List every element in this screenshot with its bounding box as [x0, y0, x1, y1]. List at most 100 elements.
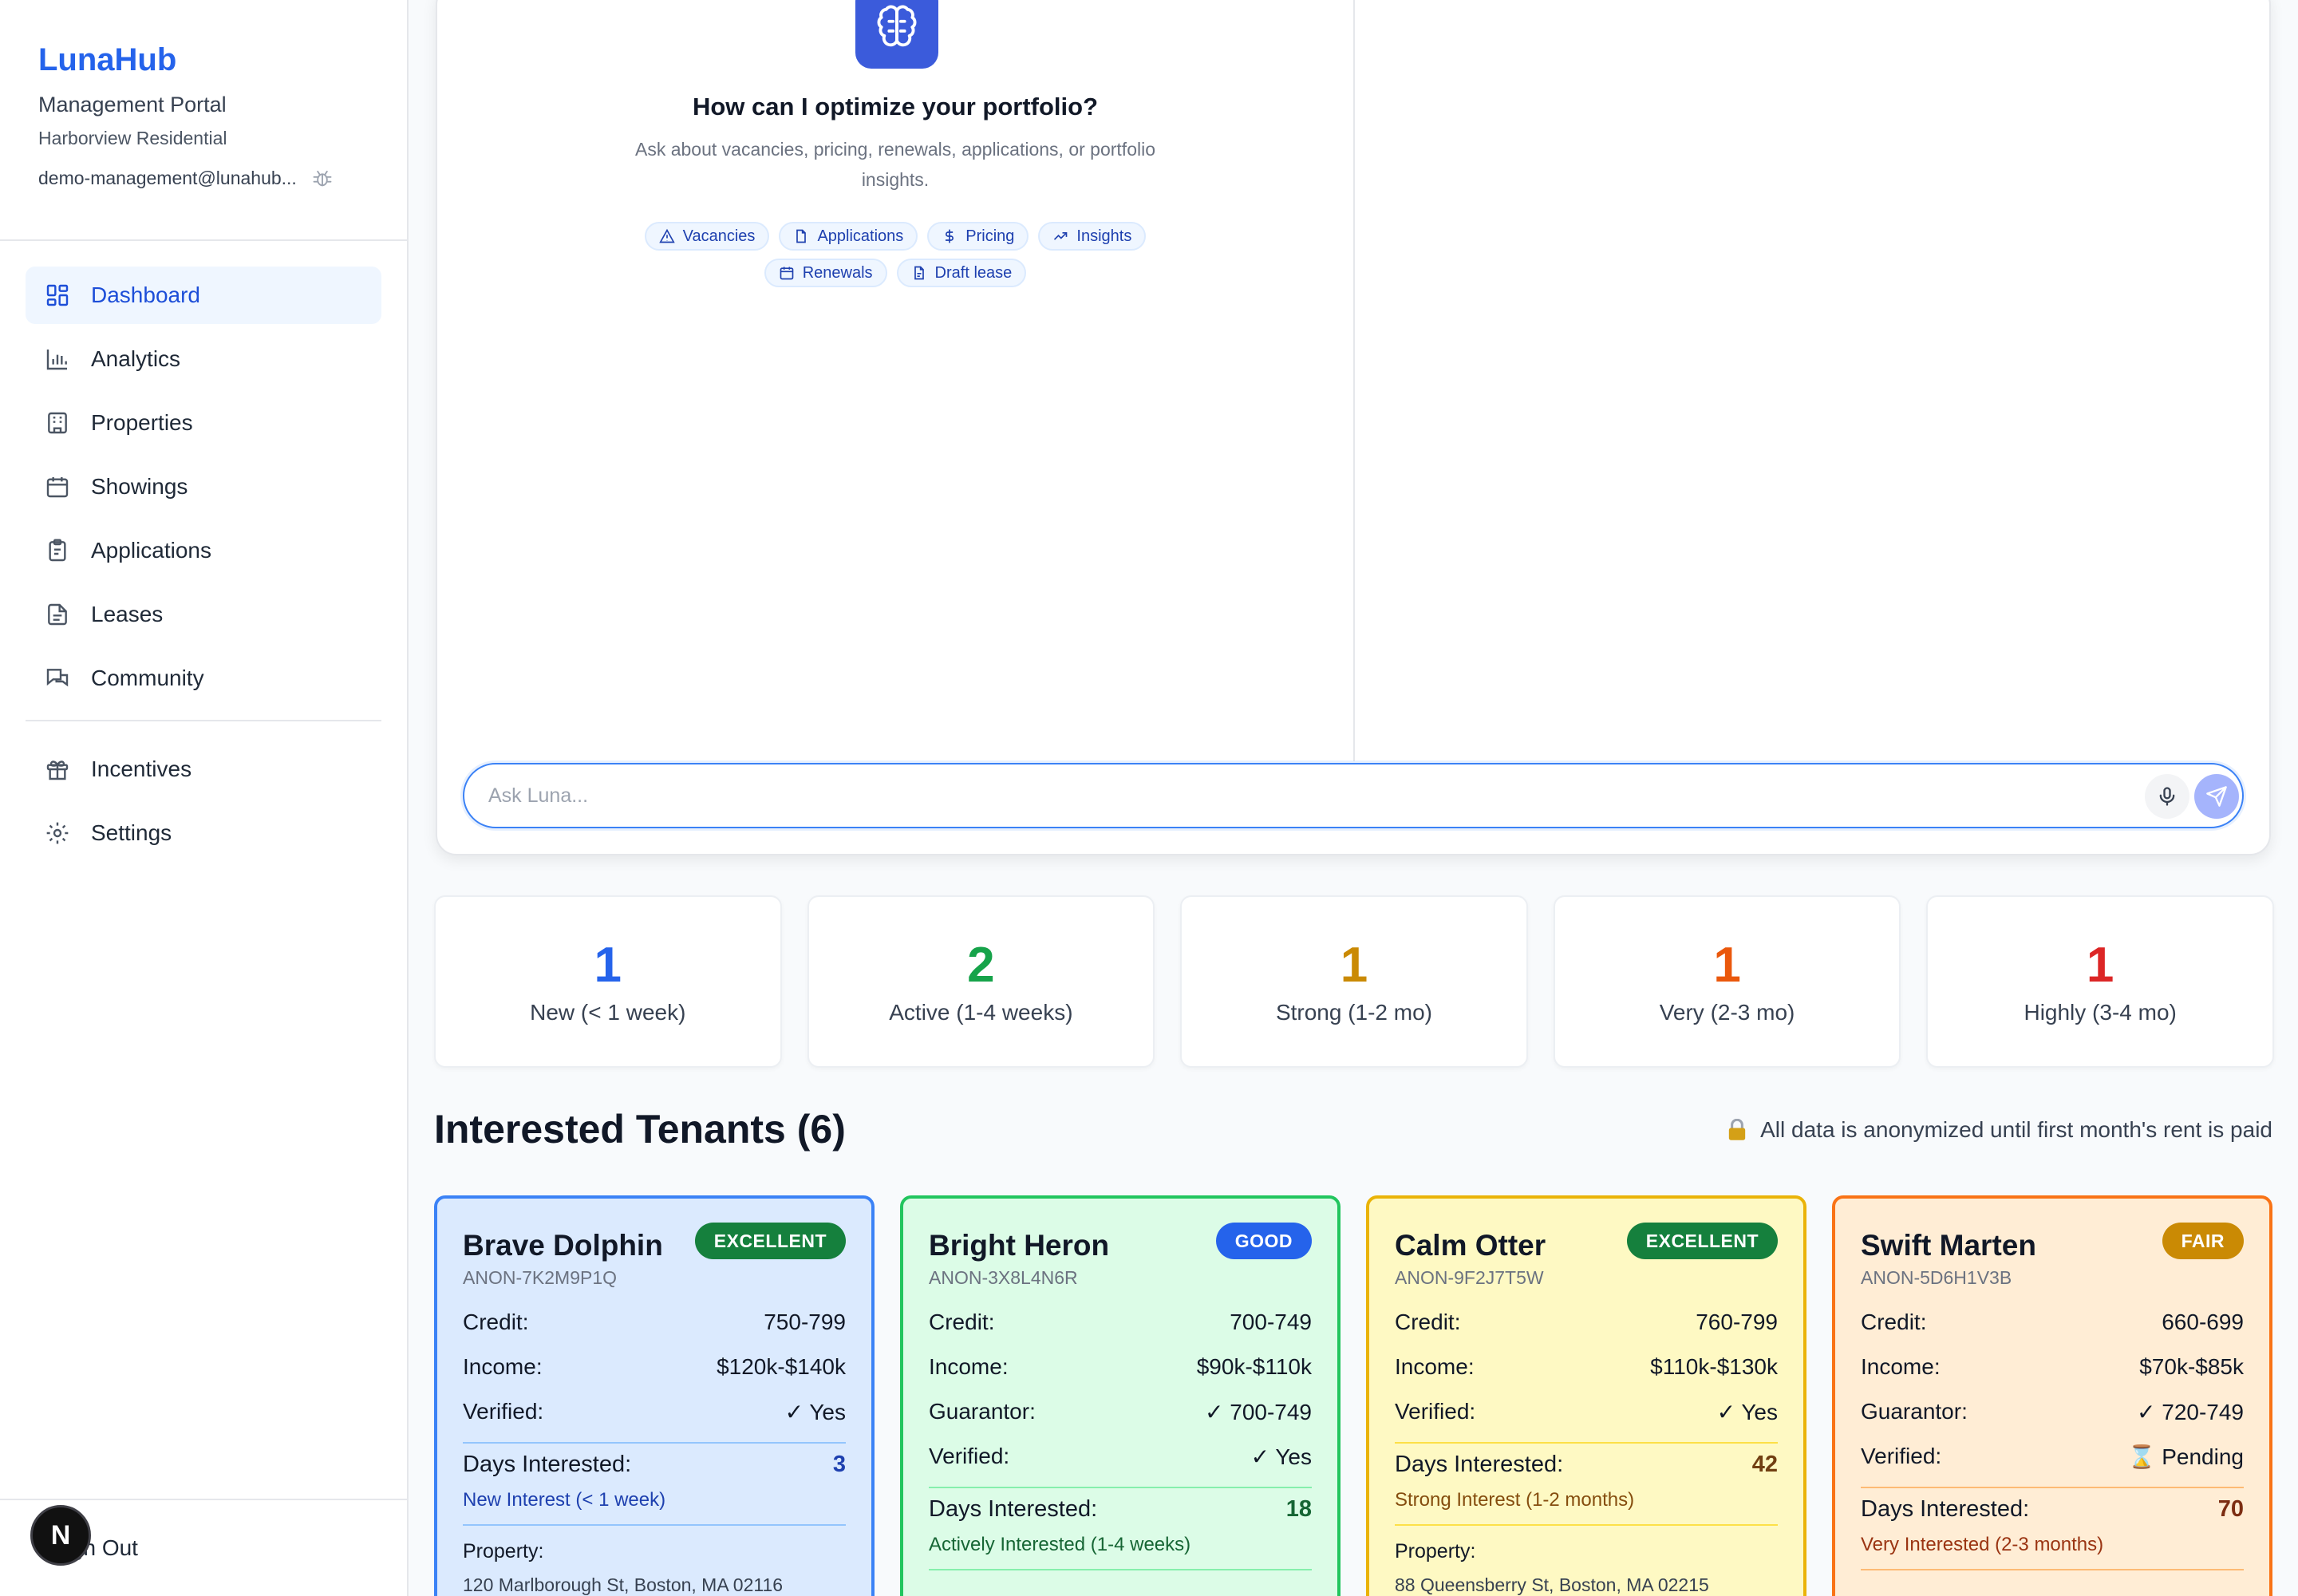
interest-level: Very Interested (2-3 months): [1861, 1534, 2104, 1555]
send-button[interactable]: [2194, 774, 2239, 819]
info-row-income: Income: $70k-$85k: [1861, 1345, 2244, 1389]
stat-card-new[interactable]: 1 New (< 1 week): [434, 895, 782, 1068]
chip-label: Applications: [817, 227, 904, 245]
stat-label: Very (2-3 mo): [1659, 1000, 1795, 1025]
nav-label: Properties: [91, 410, 193, 435]
row-key: Verified:: [463, 1399, 544, 1424]
stat-value: 1: [1340, 938, 1368, 993]
tenant-card[interactable]: Bright Heron GOOD ANON-3X8L4N6R Credit: 7…: [900, 1195, 1340, 1596]
chip-insights[interactable]: Insights: [1038, 222, 1147, 251]
chip-vacancies[interactable]: Vacancies: [644, 222, 770, 251]
document-icon: [48, 603, 67, 626]
row-value: ⌛ Pending: [2127, 1444, 2244, 1469]
nav-item-leases[interactable]: Leases: [26, 586, 381, 643]
row-key: Income:: [1861, 1354, 1941, 1379]
chip-label: Vacancies: [682, 227, 756, 245]
row-key: Verified:: [929, 1444, 1010, 1468]
divider: [463, 1524, 846, 1526]
stat-card-strong[interactable]: 1 Strong (1-2 mo): [1180, 895, 1528, 1068]
row-key: Credit:: [1395, 1310, 1461, 1334]
microphone-button[interactable]: [2145, 774, 2189, 819]
row-key: Guarantor:: [1861, 1399, 1968, 1424]
dev-tools-badge[interactable]: N: [30, 1505, 91, 1566]
nav-item-properties[interactable]: Properties: [26, 394, 381, 452]
lock-icon: [1728, 1119, 1746, 1140]
account-row: demo-management@lunahub...: [38, 166, 369, 190]
info-row-verified: Verified: ✓ Yes: [929, 1434, 1312, 1479]
days-interested-row: Days Interested: 70: [1861, 1496, 2244, 1523]
tenant-card[interactable]: Calm Otter EXCELLENT ANON-9F2J7T5W Credi…: [1366, 1195, 1806, 1596]
property-address: 88 Queensberry St, Boston, MA 02215: [1395, 1574, 1709, 1595]
chip-applications[interactable]: Applications: [779, 222, 918, 251]
divider: [1861, 1487, 2244, 1488]
divider: [1395, 1442, 1778, 1444]
privacy-note: All data is anonymized until first month…: [1727, 1117, 2272, 1143]
row-value: ✓ Yes: [1250, 1444, 1312, 1469]
nav-label: Dashboard: [91, 282, 200, 307]
stat-card-active[interactable]: 2 Active (1-4 weeks): [807, 895, 1155, 1068]
chip-label: Draft lease: [934, 263, 1013, 282]
row-key: Verified:: [1395, 1399, 1476, 1424]
app-logo-title[interactable]: LunaHub: [38, 40, 369, 80]
chip-renewals[interactable]: Renewals: [764, 259, 887, 287]
credit-rating-badge: GOOD: [1215, 1223, 1312, 1259]
nav-item-dashboard[interactable]: Dashboard: [26, 267, 381, 324]
days-value: 70: [2217, 1496, 2244, 1522]
row-key: Credit:: [1861, 1310, 1927, 1334]
nav-item-applications[interactable]: Applications: [26, 522, 381, 579]
stat-value: 1: [594, 938, 622, 993]
nav-item-showings[interactable]: Showings: [26, 458, 381, 516]
info-row-guarantor: Guarantor: ✓ 720-749: [1861, 1389, 2244, 1434]
row-key: Credit:: [463, 1310, 529, 1334]
warning-icon: [658, 228, 675, 243]
row-value: 700-749: [1230, 1310, 1312, 1334]
section-title: Interested Tenants (6): [434, 1107, 846, 1152]
nav-label: Analytics: [91, 346, 181, 371]
nav-label: Incentives: [91, 757, 192, 781]
tenant-anon-id: ANON-7K2M9P1Q: [463, 1267, 618, 1288]
days-interested-row: Days Interested: 3: [463, 1452, 846, 1478]
row-value: 760-799: [1696, 1310, 1778, 1334]
dashboard-icon: [46, 284, 69, 306]
row-key: Credit:: [929, 1310, 995, 1334]
tenant-card[interactable]: Swift Marten FAIR ANON-5D6H1V3B Credit: 6…: [1832, 1195, 2272, 1596]
days-label: Days Interested:: [1395, 1452, 1564, 1477]
nav-item-settings[interactable]: Settings: [26, 804, 381, 862]
days-label: Days Interested:: [1861, 1496, 2030, 1522]
stat-card-highly[interactable]: 1 Highly (3-4 mo): [1926, 895, 2274, 1068]
tenant-card[interactable]: Brave Dolphin EXCELLENT ANON-7K2M9P1Q Cr…: [434, 1195, 875, 1596]
chat-input[interactable]: [488, 784, 2004, 808]
info-row-verified: Verified: ✓ Yes: [463, 1389, 846, 1434]
chat-input-bar: [463, 763, 2244, 828]
nav-item-community[interactable]: Community: [26, 650, 381, 707]
info-row-credit: Credit: 660-699: [1861, 1300, 2244, 1345]
chip-draft-lease[interactable]: Draft lease: [896, 259, 1027, 287]
interest-stats: 1 New (< 1 week) 2 Active (1-4 weeks) 1 …: [434, 895, 2274, 1068]
bug-icon[interactable]: [311, 167, 334, 189]
chat-description: Ask about vacancies, pricing, renewals, …: [634, 139, 1155, 190]
file-icon: [796, 229, 807, 243]
nav-label: Applications: [91, 538, 211, 563]
bar-chart-icon: [46, 350, 67, 370]
chat-heading: How can I optimize your portfolio?: [692, 93, 1099, 120]
info-row-verified: Verified: ⌛ Pending: [1861, 1434, 2244, 1479]
chip-pricing[interactable]: Pricing: [927, 222, 1029, 251]
info-row-income: Income: $110k-$130k: [1395, 1345, 1778, 1389]
info-row-credit: Credit: 700-749: [929, 1300, 1312, 1345]
stat-label: Active (1-4 weeks): [889, 1000, 1073, 1025]
file-text-icon: [914, 266, 924, 280]
row-value: $120k-$140k: [717, 1354, 846, 1379]
row-value: $90k-$110k: [1196, 1354, 1312, 1379]
nav-item-analytics[interactable]: Analytics: [26, 330, 381, 388]
tenant-anon-id: ANON-9F2J7T5W: [1395, 1267, 1544, 1288]
privacy-note-text: All data is anonymized until first month…: [1760, 1117, 2272, 1142]
clipboard-icon: [49, 539, 66, 562]
tenant-anon-id: ANON-5D6H1V3B: [1861, 1267, 2012, 1288]
stat-value: 1: [1713, 938, 1741, 993]
chip-label: Renewals: [802, 263, 873, 282]
stat-card-very[interactable]: 1 Very (2-3 mo): [1553, 895, 1901, 1068]
days-value: 42: [1751, 1452, 1778, 1477]
days-interested-row: Days Interested: 18: [929, 1496, 1312, 1523]
nav-item-incentives[interactable]: Incentives: [26, 741, 381, 798]
info-row-credit: Credit: 760-799: [1395, 1300, 1778, 1345]
